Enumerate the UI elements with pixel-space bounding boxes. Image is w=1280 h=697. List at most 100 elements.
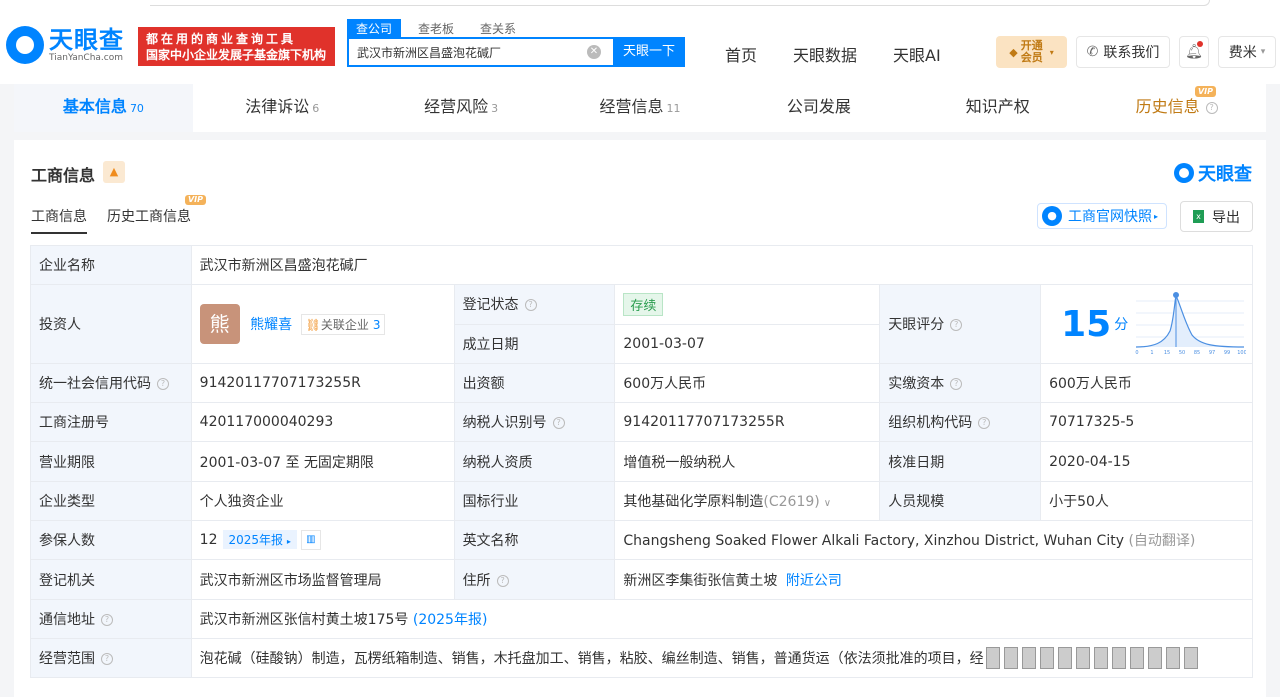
score-marker-dot	[1173, 292, 1179, 299]
tab-risk[interactable]: 经营风险 3	[372, 84, 551, 132]
score-label: 天眼评分?	[879, 284, 1042, 364]
site-logo[interactable]: 天眼查 TianYanCha.com	[6, 26, 124, 64]
table-row: 参保人数 12 2025年报 ▸ ▥ 英文名称 Changsheng Soaked …	[30, 520, 1253, 561]
tab-development[interactable]: 公司发展	[729, 84, 908, 132]
taxpayer-qual-label: 纳税人资质	[453, 441, 616, 482]
help-icon[interactable]: ?	[978, 417, 991, 430]
tab-count: 3	[491, 102, 499, 115]
phone-icon: ✆	[1086, 44, 1099, 60]
tab-basic-info[interactable]: 基本信息 70	[14, 84, 193, 132]
label-text: 实缴资本	[888, 376, 945, 393]
label-text: 组织机构代码	[888, 415, 973, 432]
credit-code-label: 统一社会信用代码?	[30, 362, 192, 404]
snapshot-label: 工商官网快照	[1068, 209, 1152, 225]
chart-tick-label: 15	[1164, 350, 1170, 356]
industry-cell[interactable]: 其他基础化学原料制造(C2619) ∨	[614, 480, 881, 522]
taxpayer-id: 91420117707173255R	[614, 402, 881, 443]
avatar[interactable]: 熊	[199, 304, 240, 345]
paid-capital-label: 实缴资本?	[879, 362, 1042, 404]
contact-label: 联系我们	[1103, 45, 1160, 61]
related-label: 关联企业	[320, 317, 369, 332]
help-icon[interactable]: ?	[157, 378, 169, 391]
help-icon: ?	[1205, 101, 1218, 114]
nav-home[interactable]: 首页	[725, 42, 757, 66]
logo-eye-icon	[6, 26, 44, 64]
label-text: 纳税人识别号	[462, 415, 547, 432]
tab-count: 6	[312, 102, 320, 115]
clear-icon[interactable]: ✕	[587, 45, 601, 59]
open-vip-button[interactable]: ◆ 开通会员 ▾	[996, 36, 1067, 68]
search-button[interactable]: 天眼一下	[613, 37, 685, 67]
mail-report-link[interactable]: (2025年报)	[413, 612, 488, 628]
tab-ip[interactable]: 知识产权	[908, 84, 1087, 132]
insured-count: 12	[199, 532, 218, 549]
business-info-card: 工商信息 ▲ 天眼查 工商信息 历史工商信息 VIP ● 工商官网快照 ▸ x 导…	[14, 140, 1266, 697]
logo-name: 天眼查	[49, 26, 124, 54]
subtab-business-info[interactable]: 工商信息	[31, 206, 87, 234]
search-tab-relation[interactable]: 查关系	[471, 19, 525, 38]
subtab-history-business[interactable]: 历史工商信息 VIP	[107, 195, 206, 234]
address: 新洲区李集街张信黄土坡	[623, 572, 778, 589]
term: 2001-03-07 至 无固定期限	[190, 441, 455, 482]
top-header: 天眼查 TianYanCha.com 都在用的商业查询工具 国家中小企业发展子基…	[0, 0, 1280, 84]
help-icon[interactable]: ?	[496, 574, 509, 587]
redaction-mosaic	[982, 639, 1252, 677]
main-nav: 首页 天眼数据 天眼AI	[725, 42, 977, 66]
contact-button[interactable]: ✆ 联系我们	[1076, 36, 1170, 68]
chart-tick-label: 85	[1194, 350, 1200, 356]
nav-data[interactable]: 天眼数据	[793, 42, 857, 66]
help-icon[interactable]: ?	[101, 613, 113, 626]
chart-tick-labels: 0 1 15 50 85 97 99 100	[1135, 350, 1246, 356]
tab-legal[interactable]: 法律诉讼 6	[193, 84, 372, 132]
export-button[interactable]: x 导出	[1180, 201, 1253, 232]
reg-status-label: 登记状态?	[453, 284, 616, 325]
investor-label: 投资人	[30, 284, 192, 364]
company-type: 个人独资企业	[190, 480, 455, 522]
section-title: 工商信息	[31, 166, 96, 185]
bar-chart-icon[interactable]: ▥	[300, 530, 321, 551]
subtab-label: 历史工商信息	[107, 209, 191, 225]
notification-button[interactable]: 🔔︎	[1179, 36, 1209, 68]
distribution-area	[1136, 297, 1244, 348]
sub-tabs: 工商信息 历史工商信息 VIP	[31, 195, 211, 234]
help-icon[interactable]: ?	[101, 653, 113, 666]
slogan-banner: 都在用的商业查询工具 国家中小企业发展子基金旗下机构	[138, 27, 335, 66]
label-text: 住所	[462, 572, 491, 589]
table-row: 企业名称 武汉市新洲区昌盛泡花碱厂	[30, 244, 1254, 286]
search-type-tabs: 查公司 查老板 查关系	[347, 19, 533, 38]
help-icon[interactable]: ?	[950, 319, 963, 332]
score-cell[interactable]: 15 分 0 1 15 50 85 97 99 100	[1040, 284, 1253, 364]
tab-history[interactable]: 历史信息? VIP	[1087, 84, 1266, 132]
slogan-line-1: 都在用的商业查询工具	[146, 32, 297, 46]
caret-right-icon: ▸	[286, 537, 291, 547]
notification-dot	[1197, 41, 1203, 47]
search-tab-boss[interactable]: 查老板	[409, 19, 463, 38]
related-companies-tag[interactable]: ⛓关联企业 3	[300, 313, 386, 335]
user-menu[interactable]: 费米 ▾	[1218, 36, 1276, 68]
address-label: 住所?	[453, 559, 616, 600]
alert-bell-icon[interactable]: ▲	[103, 161, 125, 183]
help-icon[interactable]: ?	[950, 378, 963, 391]
chevron-down-icon: ▾	[1260, 47, 1266, 57]
tab-count: 70	[129, 102, 144, 115]
english-name-label: 英文名称	[453, 520, 616, 561]
investor-name-link[interactable]: 熊耀喜	[250, 317, 292, 333]
help-icon[interactable]: ?	[524, 299, 537, 312]
nearby-companies-link[interactable]: 附近公司	[786, 573, 842, 589]
annual-report-tag[interactable]: 2025年报 ▸	[222, 530, 297, 550]
chart-tick-label: 1	[1150, 350, 1153, 356]
reg-no-label: 工商注册号	[30, 402, 192, 443]
tab-label: 法律诉讼	[245, 97, 310, 116]
export-label: 导出	[1212, 209, 1240, 226]
official-snapshot-button[interactable]: ● 工商官网快照 ▸	[1037, 203, 1167, 229]
table-row: 营业期限 2001-03-07 至 无固定期限 纳税人资质 增值税一般纳税人 核…	[30, 441, 1253, 482]
search-input[interactable]	[349, 39, 579, 65]
search-tab-company[interactable]: 查公司	[347, 19, 402, 38]
tab-business[interactable]: 经营信息 11	[551, 84, 730, 132]
found-date: 2001-03-07	[614, 323, 881, 364]
search-box: ✕ 天眼一下	[347, 37, 685, 67]
nav-ai[interactable]: 天眼AI	[893, 42, 941, 66]
capital: 600万人民币	[614, 362, 881, 404]
tab-count: 11	[666, 102, 681, 115]
help-icon[interactable]: ?	[552, 417, 565, 430]
